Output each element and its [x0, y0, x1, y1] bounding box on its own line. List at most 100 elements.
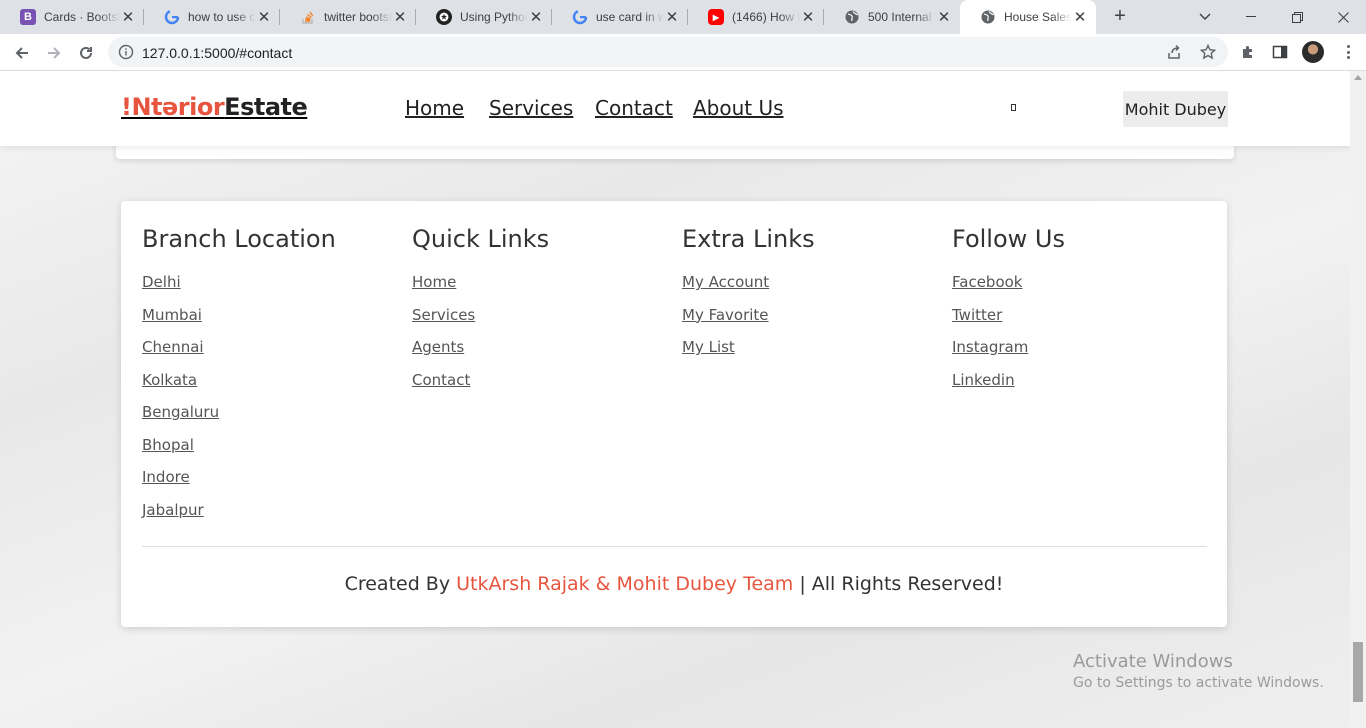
minimize-button[interactable]: [1228, 0, 1274, 34]
site-header: !NtəriorEstate Home Services Contact Abo…: [0, 71, 1350, 146]
site-logo[interactable]: !NtəriorEstate: [121, 93, 308, 121]
footer-link-delhi[interactable]: Delhi: [142, 272, 392, 305]
tab-title: twitter bootstrap: [324, 10, 392, 24]
restore-button[interactable]: [1274, 0, 1320, 34]
browser-tab[interactable]: use card in w ✕: [552, 0, 688, 34]
browser-tab-active[interactable]: House Sales P ✕: [960, 0, 1096, 34]
footer-link-facebook[interactable]: Facebook: [952, 272, 1202, 305]
footer-link-mumbai[interactable]: Mumbai: [142, 305, 392, 338]
footer-column-follow-us: Follow Us Facebook Twitter Instagram Lin…: [952, 225, 1202, 402]
footer-card: Branch Location Delhi Mumbai Chennai Kol…: [121, 201, 1227, 627]
footer-heading: Quick Links: [412, 225, 550, 253]
forward-button[interactable]: [40, 39, 68, 67]
browser-tab[interactable]: B Cards · Bootstrap ✕: [0, 0, 144, 34]
footer-link-kolkata[interactable]: Kolkata: [142, 370, 392, 403]
footer-column-quick-links: Quick Links Home Services Agents Contact: [412, 225, 662, 402]
back-button[interactable]: [8, 39, 36, 67]
profile-avatar[interactable]: [1302, 41, 1324, 63]
close-icon[interactable]: ✕: [1072, 8, 1088, 26]
footer-link-indore[interactable]: Indore: [142, 467, 392, 500]
close-icon[interactable]: ✕: [664, 8, 680, 26]
globe-icon: [844, 9, 860, 25]
browser-tab[interactable]: twitter bootstrap ✕: [280, 0, 416, 34]
logo-part-accent: !Ntərior: [121, 93, 225, 121]
url-text[interactable]: 127.0.0.1:5000/#contact: [142, 45, 292, 61]
address-bar[interactable]: 127.0.0.1:5000/#contact: [108, 37, 1228, 67]
footer-link-bengaluru[interactable]: Bengaluru: [142, 402, 392, 435]
tab-title: how to use card: [188, 10, 256, 24]
footer-link-chennai[interactable]: Chennai: [142, 337, 392, 370]
footer-heading: Follow Us: [952, 225, 1065, 253]
footer-column-extra-links: Extra Links My Account My Favorite My Li…: [682, 225, 932, 370]
nav-about-us[interactable]: About Us: [693, 96, 784, 120]
windows-activation-watermark: Activate Windows Go to Settings to activ…: [1073, 651, 1324, 691]
tab-strip: B Cards · Bootstrap ✕ how to use card ✕ …: [0, 0, 1366, 34]
google-icon: [164, 9, 180, 25]
browser-tab[interactable]: 500 Internal S ✕: [824, 0, 960, 34]
watermark-subtitle: Go to Settings to activate Windows.: [1073, 675, 1324, 691]
extensions-icon[interactable]: [1240, 44, 1256, 65]
close-icon[interactable]: ✕: [800, 8, 816, 26]
footer-link-services[interactable]: Services: [412, 305, 662, 338]
logo-part-dark: Estate: [224, 93, 308, 121]
footer-divider: [142, 546, 1207, 547]
tab-search-icon[interactable]: [1182, 0, 1228, 34]
share-icon[interactable]: [1166, 44, 1182, 65]
close-icon[interactable]: ✕: [936, 8, 952, 26]
github-icon: ✪: [436, 9, 452, 25]
bootstrap-icon: B: [20, 9, 36, 25]
scroll-up-arrow-icon[interactable]: [1354, 75, 1362, 80]
browser-tab[interactable]: how to use card ✕: [144, 0, 280, 34]
close-icon[interactable]: ✕: [528, 8, 544, 26]
tab-title: Using Python: [460, 10, 528, 24]
footer-link-agents[interactable]: Agents: [412, 337, 662, 370]
browser-toolbar: 127.0.0.1:5000/#contact: [0, 34, 1366, 71]
footer-link-contact[interactable]: Contact: [412, 370, 662, 403]
footer-credit: Created By UtkArsh Rajak & Mohit Dubey T…: [121, 573, 1227, 595]
footer-link-home[interactable]: Home: [412, 272, 662, 305]
close-icon[interactable]: ✕: [120, 8, 136, 26]
page-viewport: !NtəriorEstate Home Services Contact Abo…: [0, 71, 1350, 728]
browser-tab[interactable]: ▶ (1466) How to ✕: [688, 0, 824, 34]
reload-button[interactable]: [72, 39, 100, 67]
footer-link-my-favorite[interactable]: My Favorite: [682, 305, 932, 338]
user-profile-button[interactable]: Mohit Dubey: [1123, 91, 1228, 127]
footer-link-my-list[interactable]: My List: [682, 337, 932, 370]
tab-title: Cards · Bootstrap: [44, 10, 120, 24]
browser-menu-icon[interactable]: [1340, 43, 1356, 61]
credit-prefix: Created By: [344, 573, 457, 595]
nav-contact[interactable]: Contact: [595, 96, 673, 120]
browser-tab[interactable]: ✪ Using Python ✕: [416, 0, 552, 34]
new-tab-button[interactable]: +: [1108, 5, 1132, 29]
footer-link-twitter[interactable]: Twitter: [952, 305, 1202, 338]
footer-link-my-account[interactable]: My Account: [682, 272, 932, 305]
google-icon: [572, 9, 588, 25]
footer-link-instagram[interactable]: Instagram: [952, 337, 1202, 370]
stackoverflow-icon: [300, 9, 316, 25]
close-icon[interactable]: ✕: [256, 8, 272, 26]
tab-title: use card in w: [596, 10, 664, 24]
close-window-button[interactable]: [1320, 0, 1366, 34]
credit-authors: UtkArsh Rajak & Mohit Dubey Team: [456, 573, 794, 595]
footer-column-branch-location: Branch Location Delhi Mumbai Chennai Kol…: [142, 225, 392, 532]
globe-icon: [980, 9, 996, 25]
tab-title: 500 Internal S: [868, 10, 936, 24]
watermark-title: Activate Windows: [1073, 651, 1233, 672]
close-icon[interactable]: ✕: [392, 8, 408, 26]
broken-glyph-icon: [1011, 104, 1016, 111]
nav-home[interactable]: Home: [405, 96, 464, 120]
side-panel-icon[interactable]: [1272, 44, 1288, 65]
footer-heading: Branch Location: [142, 225, 336, 253]
page-scrollbar[interactable]: [1350, 71, 1366, 728]
tab-title: House Sales P: [1004, 10, 1072, 24]
footer-link-bhopal[interactable]: Bhopal: [142, 435, 392, 468]
nav-services[interactable]: Services: [489, 96, 573, 120]
footer-link-linkedin[interactable]: Linkedin: [952, 370, 1202, 403]
scrollbar-thumb[interactable]: [1353, 642, 1363, 702]
bookmark-star-icon[interactable]: [1199, 43, 1217, 65]
footer-heading: Extra Links: [682, 225, 815, 253]
credit-suffix: | All Rights Reserved!: [793, 573, 1004, 595]
site-info-icon[interactable]: [118, 44, 134, 65]
footer-link-jabalpur[interactable]: Jabalpur: [142, 500, 392, 533]
tab-title: (1466) How to: [732, 10, 800, 24]
